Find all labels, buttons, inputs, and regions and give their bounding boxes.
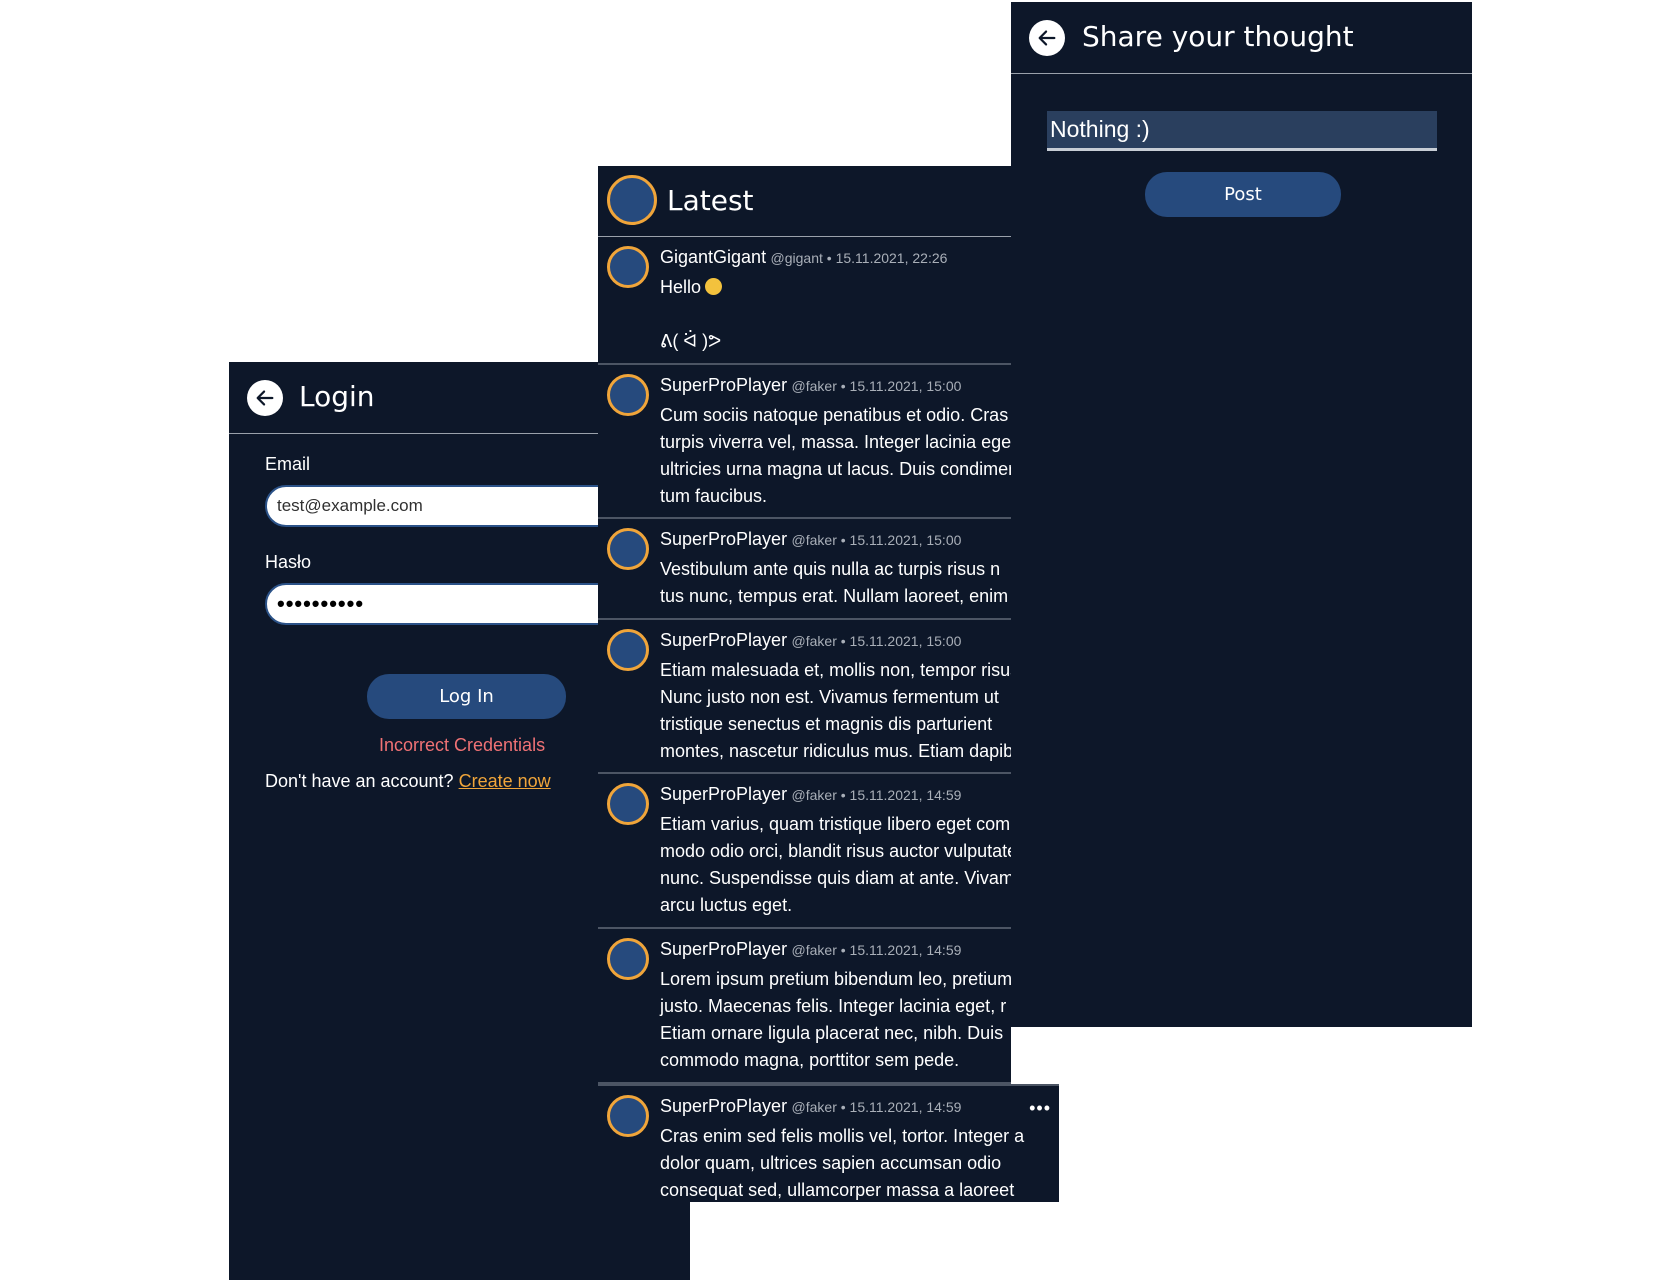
feed-title: Latest (667, 184, 754, 217)
post-text: Cras enim sed felis mollis vel, tortor. … (660, 1123, 1045, 1202)
arrow-left-icon (1038, 30, 1056, 46)
arrow-left-icon (256, 390, 274, 406)
signup-prompt-text: Don't have an account? (265, 771, 454, 791)
post-line: tristique senectus et magnis dis parturi… (660, 714, 993, 734)
post-item[interactable]: SuperProPlayer @faker • 15.11.2021, 15:0… (598, 365, 1011, 519)
avatar[interactable] (607, 1095, 649, 1137)
create-account-link[interactable]: Create now (459, 771, 551, 791)
post-line: ᕕ( ᐛ )ᕗ (660, 331, 722, 351)
post-line: modo odio orci, blandit risus auctor vul… (660, 841, 1011, 861)
back-button[interactable] (247, 380, 283, 416)
password-value: •••••••••• (277, 591, 365, 616)
post-author[interactable]: SuperProPlayer (660, 939, 787, 959)
post-line: nunc. Suspendisse quis diam at ante. Viv… (660, 868, 1011, 888)
post-header: SuperProPlayer @faker • 15.11.2021, 14:5… (660, 939, 961, 960)
post-line: ultricies urna magna ut lacus. Duis cond… (660, 459, 1011, 479)
post-item[interactable]: SuperProPlayer @faker • 15.11.2021, 15:0… (598, 620, 1011, 774)
profile-avatar[interactable] (607, 175, 657, 225)
post-text: Lorem ipsum pretium bibendum leo, pretiu… (660, 966, 1011, 1074)
post-line: montes, nascetur ridiculus mus. Etiam da… (660, 741, 1011, 761)
password-label: Hasło (265, 552, 312, 572)
post-meta: @faker • 15.11.2021, 15:00 (791, 633, 962, 649)
post-header: SuperProPlayer @faker • 15.11.2021, 14:5… (660, 784, 961, 805)
post-header: SuperProPlayer @faker • 15.11.2021, 15:0… (660, 375, 961, 396)
post-author[interactable]: GigantGigant (660, 247, 766, 267)
login-button[interactable]: Log In (367, 674, 566, 719)
post-line: justo. Maecenas felis. Integer lacinia e… (660, 996, 1007, 1016)
post-item[interactable]: SuperProPlayer @faker • 15.11.2021, 14:5… (598, 774, 1011, 929)
post-author[interactable]: SuperProPlayer (660, 630, 787, 650)
feed-header: Latest (598, 166, 1011, 237)
post-line: Cum sociis natoque penatibus et odio. Cr… (660, 405, 1009, 425)
page-title: Login (299, 380, 375, 413)
avatar[interactable] (607, 938, 649, 980)
feed-screen: Latest GigantGigant @gigant • 15.11.2021… (598, 166, 1011, 1190)
post-author[interactable]: SuperProPlayer (660, 375, 787, 395)
post-author[interactable]: SuperProPlayer (660, 1096, 787, 1116)
grin-emoji-icon (705, 278, 723, 295)
post-line: arcu luctus eget. (660, 895, 793, 915)
post-line: Lorem ipsum pretium bibendum leo, pretiu… (660, 969, 1011, 989)
post-meta: @faker • 15.11.2021, 14:59 (791, 1099, 962, 1115)
error-message: Incorrect Credentials (379, 735, 546, 755)
post-line: turpis viverra vel, massa. Integer lacin… (660, 432, 1011, 452)
thought-input-value: Nothing :) (1050, 116, 1150, 142)
avatar[interactable] (607, 374, 649, 416)
back-button[interactable] (1029, 20, 1065, 56)
post-item[interactable]: SuperProPlayer @faker • 15.11.2021, 14:5… (598, 929, 1011, 1084)
thought-input[interactable]: Nothing :) (1047, 111, 1437, 151)
post-header: SuperProPlayer @faker • 15.11.2021, 15:0… (660, 529, 961, 550)
post-line: Etiam malesuada et, mollis non, tempor r… (660, 660, 1011, 680)
post-text: Hello ᕕ( ᐛ )ᕗ (660, 274, 1011, 355)
post-line: Hello (660, 277, 702, 297)
post-author[interactable]: SuperProPlayer (660, 784, 787, 804)
post-text: Etiam malesuada et, mollis non, tempor r… (660, 657, 1011, 765)
post-line: Vestibulum ante quis nulla ac turpis ris… (660, 559, 1001, 579)
post-text: Etiam varius, quam tristique libero eget… (660, 811, 1011, 919)
avatar[interactable] (607, 629, 649, 671)
avatar[interactable] (607, 246, 649, 288)
post-line: dolor quam, ultrices sapien accumsan odi… (660, 1153, 1002, 1173)
more-options-icon[interactable]: ••• (1029, 1098, 1051, 1119)
post-line: Cras enim sed felis mollis vel, tortor. … (660, 1126, 1025, 1146)
post-item[interactable]: SuperProPlayer @faker • 15.11.2021, 14:5… (598, 1084, 1059, 1202)
post-line: tum faucibus. (660, 486, 768, 506)
post-line: commodo magna, porttitor sem pede. (660, 1050, 960, 1070)
post-header: GigantGigant @gigant • 15.11.2021, 22:26 (660, 247, 947, 268)
post-text: Cum sociis natoque penatibus et odio. Cr… (660, 402, 1011, 510)
post-line: tus nunc, tempus erat. Nullam laoreet, e… (660, 586, 1009, 606)
post-meta: @faker • 15.11.2021, 15:00 (791, 532, 962, 548)
post-line: consequat sed, ullamcorper massa a laore… (660, 1180, 1015, 1200)
post-header: SuperProPlayer @faker • 15.11.2021, 15:0… (660, 630, 961, 651)
post-meta: @faker • 15.11.2021, 14:59 (791, 942, 962, 958)
post-button[interactable]: Post (1145, 172, 1341, 217)
email-label: Email (265, 454, 311, 474)
post-text: Vestibulum ante quis nulla ac turpis ris… (660, 556, 1011, 610)
email-value: test@example.com (277, 496, 423, 515)
post-line: Nunc justo non est. Vivamus fermentum ut (660, 687, 999, 707)
post-line (660, 301, 1011, 328)
signup-prompt: Don't have an account? Create now (265, 771, 551, 792)
post-line: Etiam varius, quam tristique libero eget… (660, 814, 1011, 834)
post-item[interactable]: SuperProPlayer @faker • 15.11.2021, 15:0… (598, 519, 1011, 620)
share-screen: Share your thought Nothing :) Post (1011, 2, 1472, 1027)
post-header: SuperProPlayer @faker • 15.11.2021, 14:5… (660, 1096, 961, 1117)
avatar[interactable] (607, 783, 649, 825)
post-meta: @gigant • 15.11.2021, 22:26 (770, 250, 948, 266)
share-header: Share your thought (1011, 2, 1472, 74)
avatar[interactable] (607, 528, 649, 570)
post-item[interactable]: GigantGigant @gigant • 15.11.2021, 22:26… (598, 237, 1011, 365)
post-meta: @faker • 15.11.2021, 14:59 (791, 787, 962, 803)
post-meta: @faker • 15.11.2021, 15:00 (791, 378, 962, 394)
share-title: Share your thought (1082, 20, 1354, 53)
post-author[interactable]: SuperProPlayer (660, 529, 787, 549)
post-line: Etiam ornare ligula placerat nec, nibh. … (660, 1023, 1004, 1043)
